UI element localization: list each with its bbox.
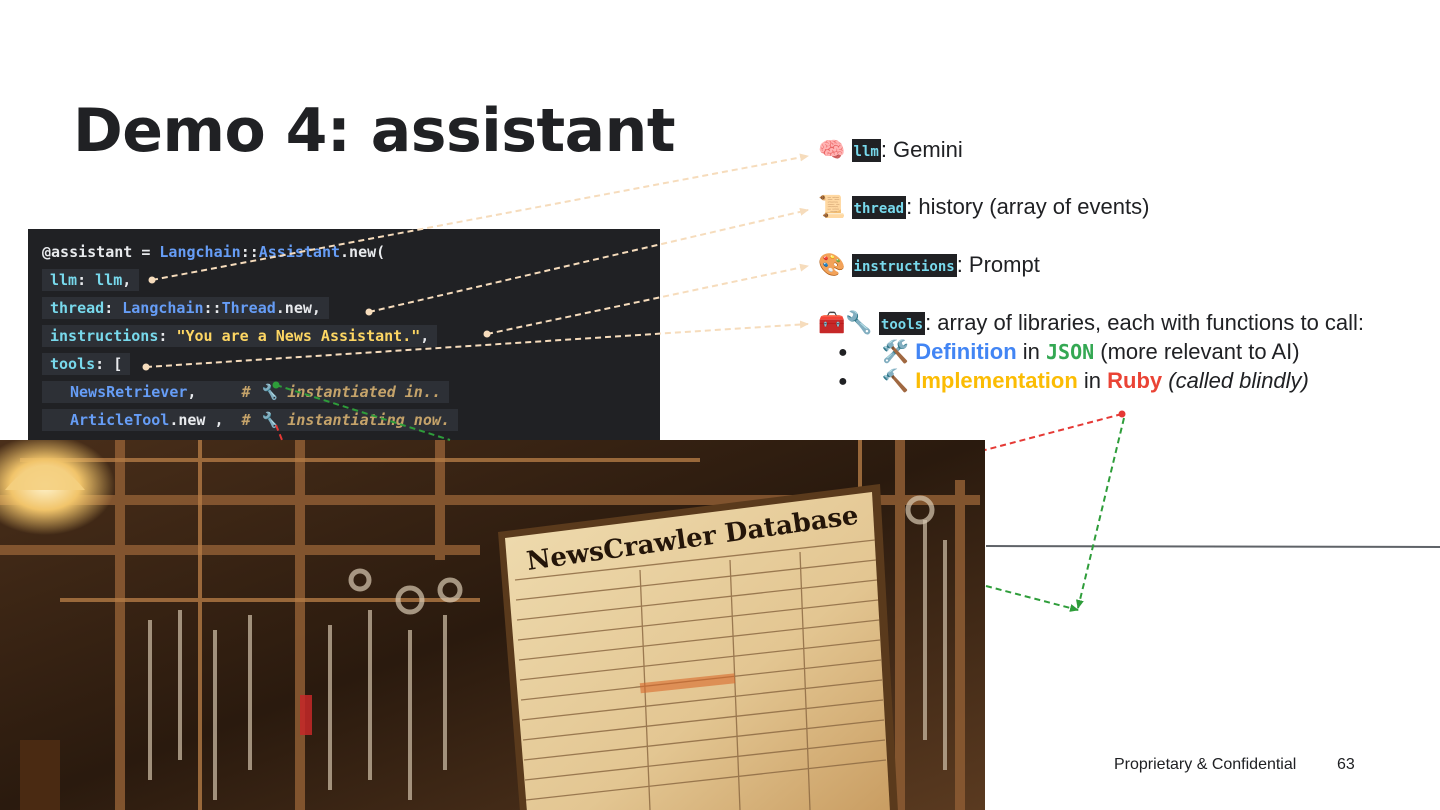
- code-comment: # 🔧 instantiating now.: [241, 411, 450, 429]
- code-token: ::: [240, 243, 259, 261]
- instructions-tag: instructions: [851, 254, 957, 277]
- legend-instructions-text: : Prompt: [956, 252, 1040, 277]
- code-token: instructions: [50, 327, 159, 345]
- legend-tools-text: : array of libraries, each with function…: [925, 310, 1365, 335]
- definition-in: in: [1016, 339, 1046, 364]
- palette-icon: 🎨: [818, 253, 846, 278]
- code-token: ,: [187, 383, 242, 401]
- code-token: .new(: [340, 243, 386, 261]
- hammer-icon: 🔨: [881, 369, 910, 394]
- connector-dot-red: [1118, 410, 1126, 418]
- json-label: JSON: [1046, 340, 1095, 364]
- brain-icon: 🧠: [818, 138, 846, 163]
- code-token: : [: [95, 355, 123, 373]
- slide-title: Demo 4: assistant: [73, 96, 676, 166]
- code-line-1: @assistant = Langchain::Assistant.new(: [42, 241, 385, 263]
- code-line-7: ArticleTool.new , # 🔧 instantiating now.: [42, 409, 458, 431]
- code-token: ::: [203, 299, 222, 317]
- code-comment: # 🔧 instantiated in..: [241, 383, 441, 401]
- code-token: NewsRetriever: [70, 383, 188, 401]
- implementation-note: (called blindly): [1168, 368, 1309, 393]
- code-line-3: thread: Langchain::Thread.new,: [42, 297, 329, 319]
- code-token: Langchain: [159, 243, 241, 261]
- definition-note: (more relevant to AI): [1094, 339, 1300, 364]
- code-line-6: NewsRetriever, # 🔧 instantiated in..: [42, 381, 449, 403]
- legend-tools: 🧰🔧 tools: array of libraries, each with …: [818, 310, 1364, 336]
- hammer-wrench-icon: 🛠️: [881, 340, 910, 365]
- toolbox-wrench-icon: 🧰🔧: [818, 311, 873, 336]
- divider-line: [985, 545, 1440, 548]
- implementation-in: in: [1077, 368, 1108, 393]
- code-token: =: [132, 243, 160, 261]
- bullet-implementation: ● 🔨 Implementation in Ruby (called blindl…: [838, 368, 1309, 394]
- code-token: Thread: [221, 299, 276, 317]
- connector-red: [984, 413, 1123, 451]
- code-token: .new: [275, 299, 312, 317]
- database-sign: NewsCrawler Database: [498, 484, 898, 810]
- code-token: ArticleTool: [70, 411, 170, 429]
- code-token: :: [158, 327, 177, 345]
- code-token: :: [104, 299, 123, 317]
- legend-thread: 📜 thread: history (array of events): [818, 194, 1149, 220]
- code-token: llm: [50, 271, 78, 289]
- legend-instructions: 🎨 instructions: Prompt: [818, 252, 1040, 278]
- llm-tag: llm: [851, 139, 881, 162]
- thread-tag: thread: [851, 196, 907, 219]
- legend-thread-text: : history (array of events): [906, 194, 1150, 219]
- code-token: ,: [122, 271, 132, 289]
- code-token: Assistant: [258, 243, 341, 261]
- code-token: ,: [205, 411, 242, 429]
- tools-tag: tools: [878, 312, 926, 335]
- workshop-illustration: NewsCrawler Database: [0, 440, 985, 810]
- code-line-2: llm: llm,: [42, 269, 140, 291]
- scroll-icon: 📜: [818, 195, 846, 220]
- ruby-label: Ruby: [1107, 368, 1163, 393]
- code-token: @assistant: [42, 243, 133, 261]
- bullet-dot: ●: [838, 344, 848, 361]
- page-number: 63: [1337, 756, 1355, 773]
- code-token: tools: [50, 355, 96, 373]
- bullet-dot: ●: [838, 373, 848, 390]
- code-line-5: tools: [: [42, 353, 131, 375]
- connector-green: [1075, 417, 1125, 609]
- legend-llm: 🧠 llm: Gemini: [818, 137, 963, 163]
- connector-green-2: [985, 585, 1079, 612]
- footer-confidential: Proprietary & Confidential: [1114, 756, 1297, 773]
- implementation-label: Implementation: [915, 368, 1078, 393]
- code-token: "You are a News Assistant.": [176, 327, 421, 345]
- code-token: Langchain: [122, 299, 204, 317]
- workshop-photo: NewsCrawler Database: [0, 440, 985, 810]
- code-line-4: instructions: "You are a News Assistant.…: [42, 325, 438, 347]
- code-token: llm: [95, 271, 123, 289]
- code-token: thread: [50, 299, 105, 317]
- code-token: ,: [311, 299, 321, 317]
- code-token: :: [77, 271, 96, 289]
- code-block: @assistant = Langchain::Assistant.new( l…: [28, 229, 660, 441]
- legend-llm-text: : Gemini: [880, 137, 963, 162]
- bullet-definition: ● 🛠️ Definition in JSON (more relevant to…: [838, 339, 1300, 365]
- code-token: ,: [420, 327, 430, 345]
- code-token: .new: [169, 411, 206, 429]
- definition-label: Definition: [915, 339, 1017, 364]
